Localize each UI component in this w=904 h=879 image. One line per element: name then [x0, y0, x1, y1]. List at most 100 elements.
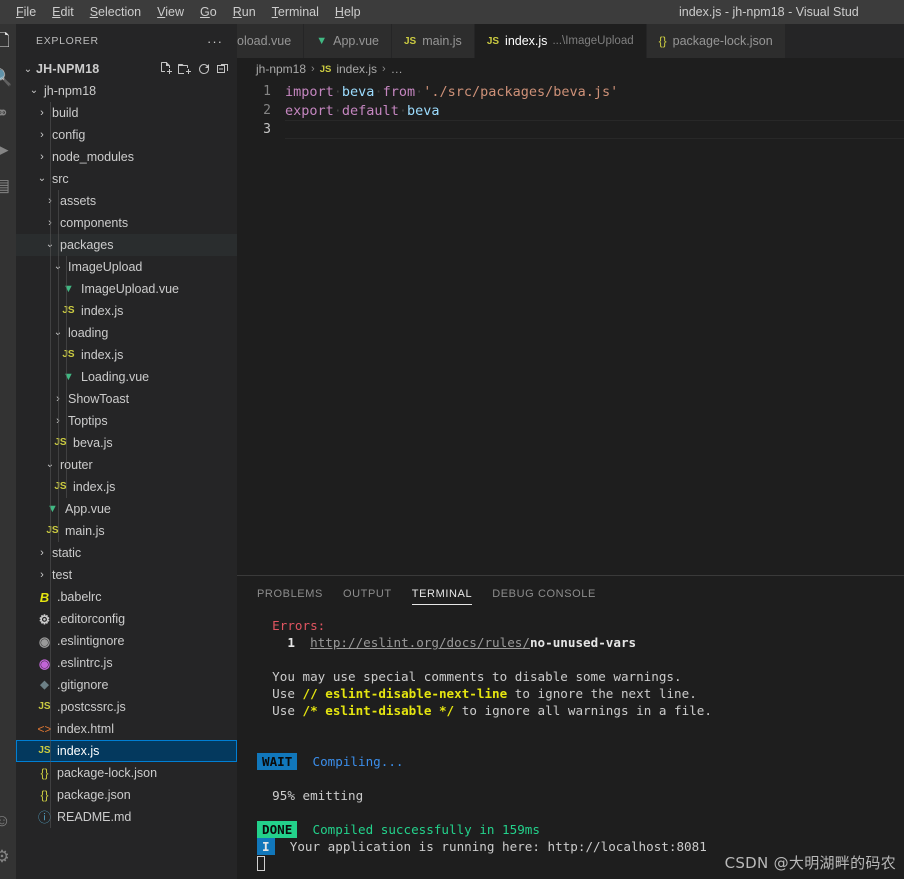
tree-item-label: build: [52, 106, 79, 120]
editor-tab-package-lock-json[interactable]: {} package-lock.json: [646, 24, 786, 58]
menu-mnemonic-e: E: [52, 5, 61, 19]
tree-item-label: .gitignore: [57, 678, 109, 692]
code-token-kw: export: [285, 102, 334, 119]
terminal-text: You may use special comments to disable …: [257, 669, 682, 684]
editor-tab-main-js[interactable]: JS main.js: [391, 24, 475, 58]
tree-item-label: components: [60, 216, 129, 230]
chevron-down-icon[interactable]: ⌄: [28, 86, 40, 96]
tree-item-label: .eslintrc.js: [57, 656, 113, 670]
tree-item-label: package.json: [57, 788, 131, 802]
editor-tab-index-js[interactable]: JS index.js ...\ImageUpload: [474, 24, 647, 58]
terminal-text: 95% emitting: [257, 788, 364, 803]
tree-item-label: assets: [60, 194, 97, 208]
activity-search-icon[interactable]: 🔍: [0, 64, 16, 92]
activity-bar[interactable]: 🗋 🔍 ⚭ ▶ ▤ ☺ ⚙: [0, 24, 16, 879]
menu-item-selection[interactable]: Selection: [82, 1, 149, 23]
activity-source-control-icon[interactable]: ⚭: [0, 100, 16, 128]
menu-item-run-rest: un: [241, 5, 256, 19]
terminal-output[interactable]: Errors: 1 http://eslint.org/docs/rules/n…: [237, 611, 904, 879]
tree-item-label: src: [52, 172, 69, 186]
terminal-link[interactable]: http://eslint.org/docs/rules/: [310, 635, 530, 650]
menu-item-view[interactable]: View: [149, 1, 192, 23]
terminal-text: 1: [257, 635, 311, 650]
menu-item-file[interactable]: File: [8, 1, 44, 23]
tree-item-label: config: [52, 128, 86, 142]
menu-mnemonic-g: G: [200, 5, 210, 19]
explorer-root-folder-row[interactable]: ⌄ JH-NPM18: [16, 58, 237, 80]
menu-item-go[interactable]: Go: [192, 1, 225, 23]
code-token-kw: default: [341, 102, 399, 119]
breadcrumb-tail[interactable]: …: [391, 62, 403, 76]
tree-item-label: ImageUpload.vue: [81, 282, 179, 296]
file-tree[interactable]: ⌄ jh-npm18 › build › config › node_modules ⌄ src ›…: [16, 80, 237, 879]
terminal-text: /* eslint-disable */: [302, 703, 455, 718]
code-line[interactable]: 1 import·beva·from·'./src/packages/beva.j…: [237, 82, 904, 101]
editor-tab-label: index.js: [505, 34, 548, 48]
activity-explorer-icon[interactable]: 🗋: [0, 28, 16, 56]
terminal-badge: DONE: [257, 821, 298, 838]
tree-item-label: index.html: [57, 722, 114, 736]
editor-tab-app-vue[interactable]: ▼ App.vue: [304, 24, 392, 58]
new-file-icon[interactable]: [158, 61, 174, 77]
js-file-icon: JS: [62, 349, 75, 360]
tree-item-label: index.js: [81, 304, 124, 318]
new-folder-icon[interactable]: [177, 61, 193, 77]
menu-bar[interactable]: File Edit Selection View Go Run Terminal…: [0, 1, 369, 23]
menu-item-help[interactable]: Help: [327, 1, 369, 23]
editor-tab-oload-vue[interactable]: oload.vue: [237, 24, 305, 58]
terminal-badge: I: [257, 838, 275, 855]
menu-item-edit[interactable]: Edit: [44, 1, 82, 23]
tree-indent-guide-2: [66, 256, 67, 498]
panel-tab-output[interactable]: OUTPUT: [343, 576, 392, 611]
chevron-down-icon[interactable]: ⌄: [20, 64, 36, 75]
line-number: 2: [263, 103, 271, 118]
chevron-down-icon[interactable]: ⌄: [36, 174, 48, 184]
activity-accounts-icon[interactable]: ☺: [0, 807, 16, 835]
json-file-icon: {}: [658, 34, 667, 48]
breadcrumb-root[interactable]: jh-npm18: [256, 62, 306, 76]
terminal-text: no-unused-vars: [529, 635, 637, 650]
panel-tab-debug-console[interactable]: DEBUG CONSOLE: [492, 576, 596, 611]
code-line[interactable]: 2 export·default·beva: [237, 101, 904, 120]
code-token-kw: from: [382, 83, 416, 100]
tree-item-label: test: [52, 568, 73, 582]
tree-item-label: README.md: [57, 810, 132, 824]
activity-extensions-icon[interactable]: ▤: [0, 172, 16, 200]
terminal-line: Use /* eslint-disable */ to ignore all w…: [257, 702, 904, 719]
breadcrumb-separator-1: ›: [311, 63, 315, 75]
chevron-right-icon[interactable]: ›: [36, 151, 48, 163]
editor-tab-bar[interactable]: oload.vue ▼ App.vue JS main.js JS index.js ...\…: [237, 24, 904, 58]
menu-item-terminal[interactable]: Terminal: [264, 1, 327, 23]
js-file-icon: JS: [403, 35, 417, 47]
chevron-right-icon[interactable]: ›: [36, 569, 48, 581]
menu-item-run[interactable]: Run: [225, 1, 264, 23]
menu-mnemonic-h: H: [334, 5, 344, 19]
explorer-root-actions[interactable]: [158, 61, 237, 77]
chevron-right-icon[interactable]: ›: [36, 547, 48, 559]
panel-tab-problems[interactable]: PROBLEMS: [257, 576, 323, 611]
code-line[interactable]: 3: [237, 120, 904, 139]
code-token-str: './src/packages/beva.js': [423, 83, 619, 100]
js-file-icon: JS: [62, 305, 75, 316]
terminal-text: // eslint-disable-next-line: [302, 686, 508, 701]
explorer-title: EXPLORER: [36, 35, 99, 47]
breadcrumb[interactable]: jh-npm18 › JS index.js › …: [237, 58, 904, 80]
breadcrumb-file[interactable]: index.js: [336, 62, 377, 76]
collapse-all-icon[interactable]: [215, 61, 231, 77]
tree-item-jh-npm18[interactable]: ⌄ jh-npm18: [16, 80, 237, 102]
tree-item-label: package-lock.json: [57, 766, 158, 780]
code-editor[interactable]: 1 import·beva·from·'./src/packages/beva.j…: [237, 80, 904, 575]
activity-settings-gear-icon[interactable]: ⚙: [0, 843, 16, 871]
chevron-right-icon[interactable]: ›: [36, 129, 48, 141]
editor-tab-label: oload.vue: [237, 34, 292, 48]
tree-item-label: static: [52, 546, 82, 560]
explorer-more-actions-icon[interactable]: ···: [207, 34, 229, 49]
terminal-line: 95% emitting: [257, 787, 904, 804]
panel-tab-bar[interactable]: PROBLEMS OUTPUT TERMINAL DEBUG CONSOLE: [237, 576, 904, 611]
refresh-icon[interactable]: [196, 61, 212, 77]
panel-tab-terminal[interactable]: TERMINAL: [411, 576, 473, 611]
activity-run-debug-icon[interactable]: ▶: [0, 136, 16, 164]
chevron-right-icon[interactable]: ›: [36, 107, 48, 119]
